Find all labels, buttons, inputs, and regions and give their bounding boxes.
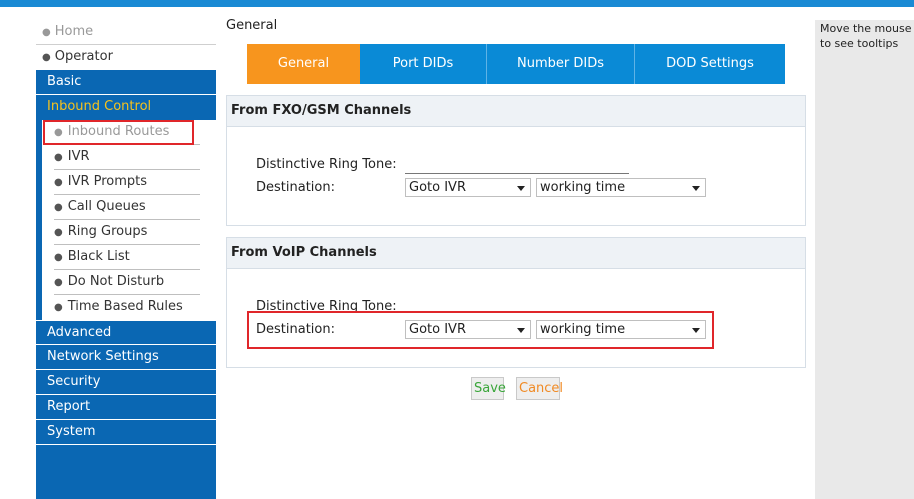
sidebar-item-ring-groups[interactable]: ● Ring Groups (42, 220, 216, 245)
save-button[interactable]: Save (471, 377, 506, 400)
highlight-box (43, 120, 194, 145)
sidebar-item-ivr-prompts[interactable]: ● IVR Prompts (42, 170, 216, 195)
tab-number-dids[interactable]: Number DIDs (487, 44, 635, 84)
sidebar-item-call-queues[interactable]: ● Call Queues (42, 195, 216, 220)
sidebar-item-network-settings[interactable]: Network Settings (36, 345, 216, 370)
voip-panel-title: From VoIP Channels (227, 238, 805, 269)
bullet-icon: ● (54, 202, 63, 213)
sidebar-item-security[interactable]: Security (36, 370, 216, 395)
sidebar-item-basic[interactable]: Basic (36, 70, 216, 95)
sidebar-item-black-list[interactable]: ● Black List (42, 245, 216, 270)
bullet-icon: ● (54, 152, 63, 163)
sidebar-item-system[interactable]: System (36, 420, 216, 445)
chevron-down-icon (517, 186, 525, 191)
sidebar-item-inbound-control[interactable]: Inbound Control (36, 95, 216, 120)
bullet-icon: ● (54, 302, 63, 313)
bullet-icon: ● (54, 177, 63, 188)
page-title: General (226, 18, 278, 33)
bullet-icon: ● (54, 277, 63, 288)
sidebar-item-report[interactable]: Report (36, 395, 216, 420)
sidebar: ● Home ● Operator Basic Inbound Control ● I… (36, 20, 216, 499)
fxo-ring-tone-label: Distinctive Ring Tone: (256, 157, 397, 172)
sidebar-item-do-not-disturb[interactable]: ● Do Not Disturb (42, 270, 216, 295)
tab-bar: General Port DIDs Number DIDs DOD Settin… (247, 44, 785, 84)
tab-general[interactable]: General (247, 44, 360, 84)
sidebar-item-advanced[interactable]: Advanced (36, 320, 216, 345)
bullet-icon: ● (42, 52, 51, 63)
highlight-box (247, 311, 714, 349)
tooltip-pane: Move the mouse to see tooltips (815, 20, 914, 499)
sidebar-item-operator[interactable]: ● Operator (36, 45, 216, 70)
bullet-icon: ● (42, 27, 51, 38)
sidebar-item-home[interactable]: ● Home (36, 20, 216, 45)
fxo-panel-title: From FXO/GSM Channels (227, 96, 805, 127)
fxo-destination-label: Destination: (256, 180, 335, 195)
top-bar (0, 0, 914, 7)
cancel-button[interactable]: Cancel (516, 377, 563, 400)
chevron-down-icon (692, 186, 700, 191)
sidebar-item-ivr[interactable]: ● IVR (42, 145, 216, 170)
bullet-icon: ● (54, 227, 63, 238)
sidebar-item-time-based-rules[interactable]: ● Time Based Rules (42, 295, 216, 320)
fxo-destination-type-select[interactable]: Goto IVR (405, 178, 531, 197)
tab-dod-settings[interactable]: DOD Settings (635, 44, 785, 84)
tab-port-dids[interactable]: Port DIDs (360, 44, 487, 84)
fxo-destination-value-select[interactable]: working time (536, 178, 706, 197)
fxo-ring-tone-input[interactable] (405, 173, 629, 174)
tooltip-text: Move the mouse to see tooltips (820, 22, 912, 50)
bullet-icon: ● (54, 252, 63, 263)
